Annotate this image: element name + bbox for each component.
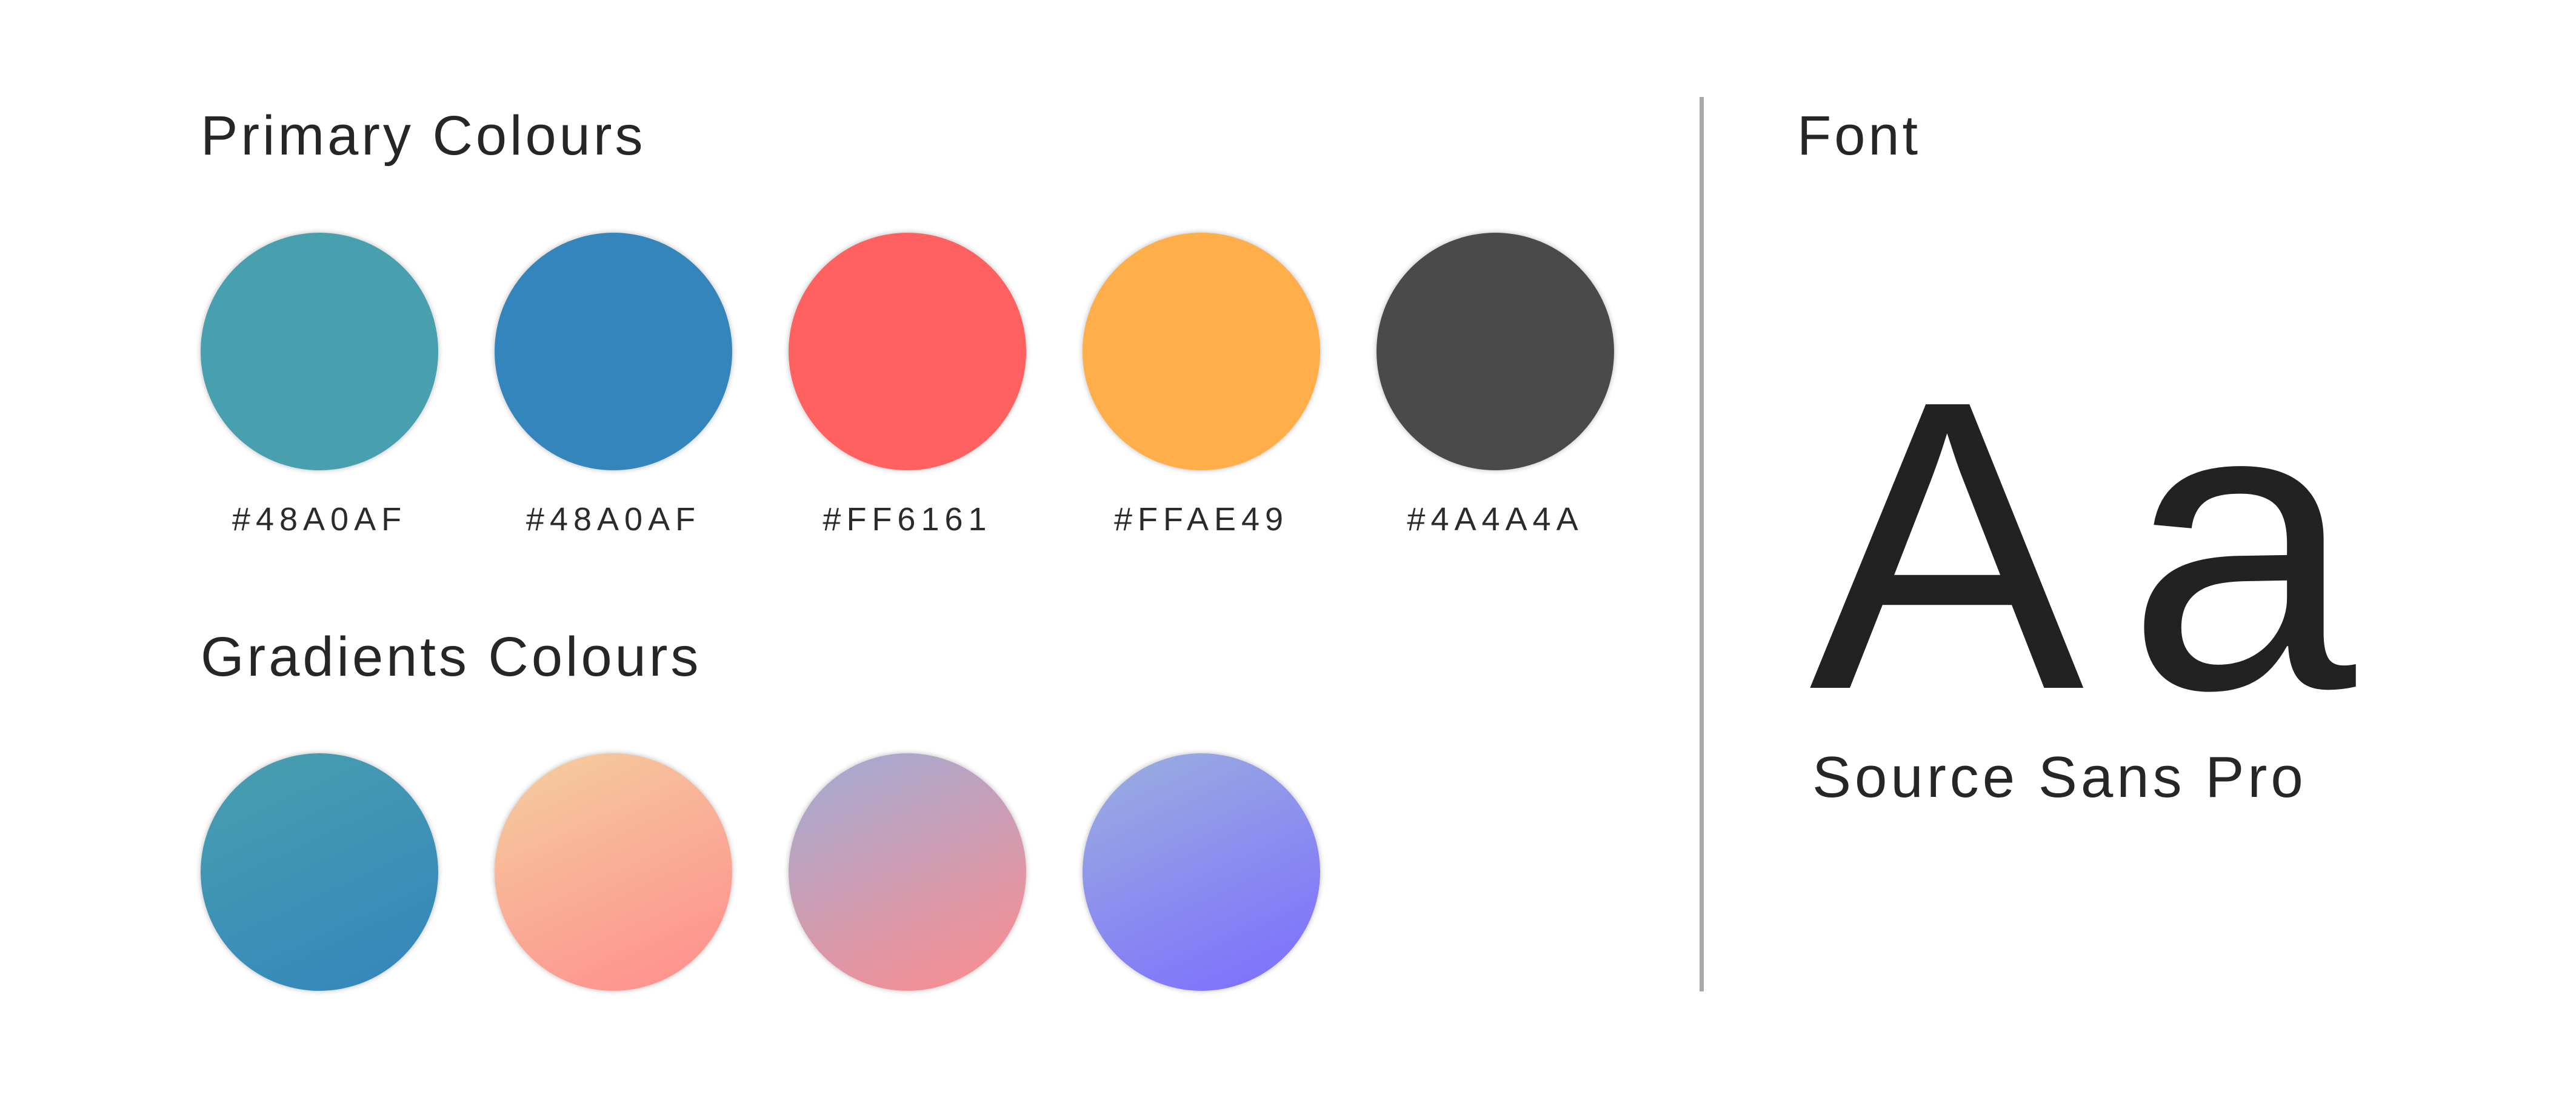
gradients-colours-heading: Gradients Colours bbox=[201, 626, 702, 688]
gradient-circle bbox=[789, 753, 1026, 991]
gradient-colour-row bbox=[201, 753, 1320, 991]
vertical-divider bbox=[1700, 97, 1704, 991]
font-heading: Font bbox=[1797, 105, 1921, 167]
primary-swatch: #FFAE49 bbox=[1083, 233, 1320, 536]
gradient-circle bbox=[1083, 753, 1320, 991]
primary-swatch: #FF6161 bbox=[789, 233, 1026, 536]
hex-label: #48A0AF bbox=[232, 501, 407, 538]
gradient-swatch bbox=[789, 753, 1026, 991]
colour-circle bbox=[495, 233, 732, 470]
colour-circle bbox=[1083, 233, 1320, 470]
primary-swatch: #48A0AF bbox=[495, 233, 732, 536]
colour-circle bbox=[1376, 233, 1614, 470]
font-sample-glyphs: Aa bbox=[1809, 315, 2398, 776]
primary-swatch: #48A0AF bbox=[201, 233, 438, 536]
font-name: Source Sans Pro bbox=[1812, 745, 2307, 810]
colour-circle bbox=[789, 233, 1026, 470]
gradient-swatch bbox=[201, 753, 438, 991]
gradient-circle bbox=[495, 753, 732, 991]
hex-label: #FF6161 bbox=[823, 501, 992, 538]
gradient-circle bbox=[201, 753, 438, 991]
hex-label: #4A4A4A bbox=[1407, 501, 1584, 538]
primary-colour-row: #48A0AF #48A0AF #FF6161 #FFAE49 #4A4A4A bbox=[201, 233, 1614, 536]
gradient-swatch bbox=[495, 753, 732, 991]
colour-circle bbox=[201, 233, 438, 470]
gradient-swatch bbox=[1083, 753, 1320, 991]
hex-label: #48A0AF bbox=[526, 501, 701, 538]
primary-swatch: #4A4A4A bbox=[1376, 233, 1614, 536]
hex-label: #FFAE49 bbox=[1113, 501, 1289, 538]
primary-colours-heading: Primary Colours bbox=[201, 105, 646, 167]
